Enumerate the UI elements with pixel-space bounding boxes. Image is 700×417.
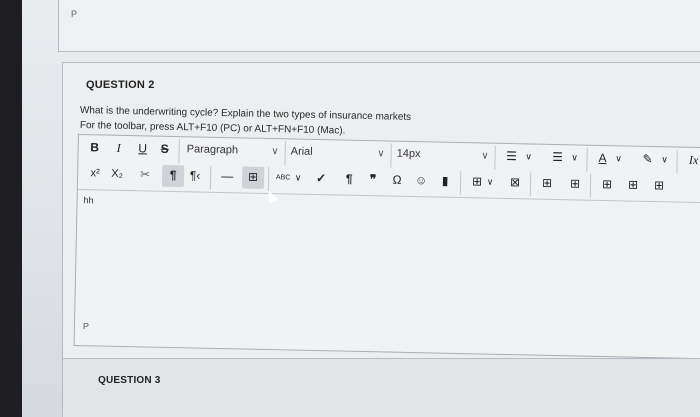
font-size-value: 14px	[396, 147, 421, 161]
math-check-icon[interactable]: ✓	[312, 168, 330, 188]
highlight-icon[interactable]: ✎	[638, 149, 656, 169]
question-2-title: QUESTION 2	[86, 79, 155, 91]
subscript-button[interactable]: X₂	[108, 164, 126, 184]
chevron-down-icon[interactable]: ∨	[292, 167, 304, 187]
clear-formatting-icon[interactable]: Ix	[684, 150, 700, 170]
ltr-direction-icon[interactable]: ¶	[164, 165, 182, 185]
rich-text-editor[interactable]: B I U S Paragraph ∨ Arial ∨ 14px ∨ ☰ ∨ ☰	[73, 134, 700, 360]
toolbar-separator	[529, 172, 532, 197]
toolbar-separator	[494, 145, 496, 170]
special-character-icon[interactable]: Ω	[388, 170, 406, 190]
table-row-before-icon[interactable]: ⊞	[538, 173, 556, 193]
chevron-down-icon: ∨	[377, 147, 385, 159]
editor-content-text[interactable]: hh	[84, 195, 94, 205]
toolbar-separator	[676, 149, 678, 174]
delete-table-icon[interactable]: ⊠	[506, 172, 524, 192]
toolbar-separator	[390, 143, 392, 168]
ordered-list-icon[interactable]: ☰	[548, 147, 566, 167]
question-3-title: QUESTION 3	[98, 375, 161, 386]
lms-screen: P QUESTION 2 What is the underwriting cy…	[22, 0, 700, 417]
chevron-down-icon[interactable]: ∨	[568, 147, 580, 167]
bold-button[interactable]: B	[87, 137, 103, 157]
paragraph-mark-icon[interactable]: ¶	[340, 169, 358, 189]
table-row-after-icon[interactable]: ⊞	[566, 173, 584, 193]
toolbar-separator	[284, 141, 286, 166]
rtl-direction-icon[interactable]: ¶‹	[186, 165, 204, 185]
chevron-down-icon[interactable]: ∨	[484, 172, 496, 192]
unordered-list-icon[interactable]: ☰	[502, 146, 520, 166]
bookmark-icon[interactable]: ▮	[436, 171, 454, 191]
blockquote-icon[interactable]: ❞	[364, 169, 382, 189]
toolbar-separator	[178, 139, 180, 164]
clear-format-icon[interactable]: ✂	[136, 164, 154, 184]
font-color-icon[interactable]: A	[594, 148, 610, 168]
strikethrough-button[interactable]: S	[157, 139, 173, 159]
toolbar-separator	[586, 147, 588, 172]
horizontal-rule-icon[interactable]: —	[218, 166, 236, 186]
previous-question-panel: P	[58, 0, 700, 52]
table-col-before-icon[interactable]: ⊞	[598, 174, 616, 194]
emoji-icon[interactable]: ☺	[412, 170, 430, 190]
table-cell-props-icon[interactable]: ⊞	[650, 175, 668, 195]
previous-path-label: P	[71, 9, 78, 19]
toolbar-separator	[459, 171, 462, 196]
italic-button[interactable]: I	[111, 138, 127, 158]
superscript-button[interactable]: x²	[86, 163, 104, 183]
toolbar-separator	[209, 165, 212, 190]
toolbar-separator	[589, 173, 592, 198]
chevron-down-icon: ∨	[271, 145, 279, 157]
font-family-select[interactable]: Arial ∨	[290, 141, 388, 163]
question-3-panel	[62, 358, 700, 417]
toolbar-separator	[267, 166, 270, 192]
chevron-down-icon[interactable]: ∨	[612, 148, 624, 168]
spellcheck-icon[interactable]: ABC	[274, 167, 292, 187]
editor-path-label: P	[82, 321, 90, 332]
font-size-select[interactable]: 14px ∨	[396, 144, 492, 166]
paragraph-select-value: Paragraph	[186, 143, 239, 157]
font-family-value: Arial	[290, 145, 313, 158]
table-col-after-icon[interactable]: ⊞	[624, 174, 642, 194]
paragraph-select[interactable]: Paragraph ∨	[186, 139, 282, 161]
chevron-down-icon[interactable]: ∨	[522, 146, 534, 166]
insert-content-icon[interactable]: ⊞	[244, 166, 262, 186]
underline-button[interactable]: U	[135, 138, 151, 158]
chevron-down-icon: ∨	[481, 149, 489, 162]
chevron-down-icon[interactable]: ∨	[658, 149, 670, 169]
